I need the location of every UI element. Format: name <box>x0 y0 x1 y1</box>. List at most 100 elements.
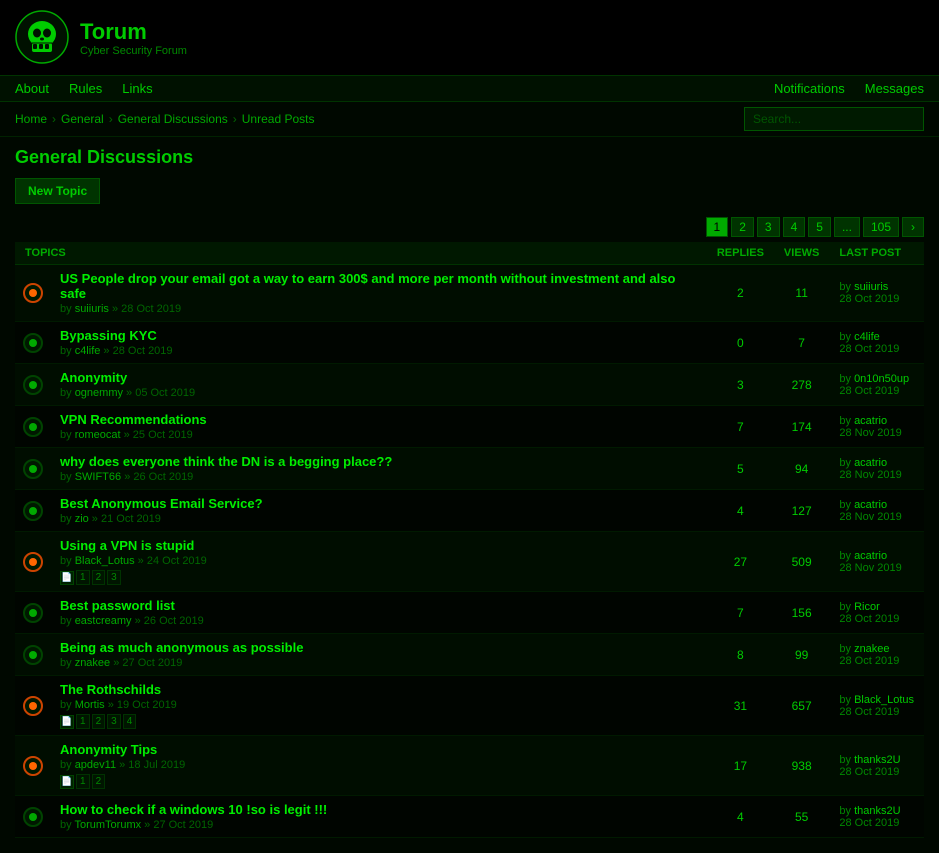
topic-last-post: by Ricor28 Oct 2019 <box>829 592 924 634</box>
topic-page-link[interactable]: 1 <box>76 714 90 729</box>
nav-rules[interactable]: Rules <box>69 81 102 96</box>
topic-page-link[interactable]: 3 <box>107 714 121 729</box>
breadcrumb-unread-posts[interactable]: Unread Posts <box>242 112 315 126</box>
topic-author-link[interactable]: SWIFT66 <box>75 471 121 483</box>
page-btn-1[interactable]: 1 <box>706 217 729 237</box>
topic-dot-icon <box>29 465 37 473</box>
topic-author-link[interactable]: apdev11 <box>75 759 116 771</box>
last-post-author[interactable]: thanks2U <box>854 754 900 766</box>
topic-page-link[interactable]: 3 <box>107 570 121 585</box>
topic-page-link[interactable]: 2 <box>92 570 106 585</box>
topic-replies: 0 <box>707 322 774 364</box>
page-title-bar: General Discussions <box>0 137 939 173</box>
last-post-author[interactable]: znakee <box>854 643 889 655</box>
topic-author-link[interactable]: zio <box>75 513 89 525</box>
last-post-author[interactable]: c4life <box>854 331 880 343</box>
topic-author-link[interactable]: Black_Lotus <box>75 555 135 567</box>
new-topic-button[interactable]: New Topic <box>15 178 100 204</box>
topic-author-link[interactable]: znakee <box>75 657 110 669</box>
table-row: The Rothschildsby Mortis » 19 Oct 2019📄1… <box>15 676 924 736</box>
topic-views: 509 <box>774 532 829 592</box>
last-post-author[interactable]: acatrio <box>854 499 887 511</box>
topics-table: TOPICS REPLIES VIEWS LAST POST US People… <box>15 242 924 838</box>
last-post-author[interactable]: Black_Lotus <box>854 694 914 706</box>
last-post-author[interactable]: Ricor <box>854 601 880 613</box>
topic-title-link[interactable]: Using a VPN is stupid <box>60 538 194 553</box>
topic-status-icon <box>23 375 43 395</box>
last-post-author[interactable]: suiiuris <box>854 281 888 293</box>
breadcrumb-general-discussions[interactable]: General Discussions <box>118 112 228 126</box>
topic-dot-icon <box>29 813 37 821</box>
topic-page-link[interactable]: 1 <box>76 774 90 789</box>
topic-main-cell: Bypassing KYCby c4life » 28 Oct 2019 <box>50 322 707 364</box>
last-post-author[interactable]: acatrio <box>854 415 887 427</box>
nav-about[interactable]: About <box>15 81 49 96</box>
topic-page-link[interactable]: 2 <box>92 714 106 729</box>
topic-dot-icon <box>29 762 37 770</box>
topic-replies: 2 <box>707 265 774 322</box>
last-post-author[interactable]: acatrio <box>854 550 887 562</box>
topic-author-link[interactable]: suiiuris <box>75 303 109 315</box>
topic-icon-cell <box>15 634 50 676</box>
topic-page-link[interactable]: 1 <box>76 570 90 585</box>
topic-icon-cell <box>15 364 50 406</box>
topic-title-link[interactable]: How to check if a windows 10 !so is legi… <box>60 802 327 817</box>
nav-links[interactable]: Links <box>122 81 152 96</box>
last-post-author[interactable]: thanks2U <box>854 805 900 817</box>
page-btn-3[interactable]: 3 <box>757 217 780 237</box>
search-input[interactable] <box>744 107 924 131</box>
topic-author-link[interactable]: ognemmy <box>75 387 123 399</box>
last-post-author[interactable]: 0n10n50up <box>854 373 909 385</box>
topic-title-link[interactable]: why does everyone think the DN is a begg… <box>60 454 392 469</box>
topic-status-icon <box>23 552 43 572</box>
page-icon: 📄 <box>60 775 74 789</box>
page-btn-5[interactable]: 5 <box>808 217 831 237</box>
topic-author-link[interactable]: eastcreamy <box>75 615 132 627</box>
topic-main-cell: Anonymityby ognemmy » 05 Oct 2019 <box>50 364 707 406</box>
topic-title-link[interactable]: Bypassing KYC <box>60 328 157 343</box>
page-btn-105[interactable]: 105 <box>863 217 899 237</box>
breadcrumb-general[interactable]: General <box>61 112 104 126</box>
topic-page-link[interactable]: 2 <box>92 774 106 789</box>
topic-meta: by TorumTorumx » 27 Oct 2019 <box>60 819 697 831</box>
topic-last-post: by acatrio28 Nov 2019 <box>829 532 924 592</box>
topic-title-link[interactable]: Anonymity <box>60 370 127 385</box>
topic-main-cell: Best password listby eastcreamy » 26 Oct… <box>50 592 707 634</box>
topic-icon-cell <box>15 532 50 592</box>
topic-page-links: 📄1234 <box>60 714 697 729</box>
topic-dot-icon <box>29 423 37 431</box>
topic-author-link[interactable]: Mortis <box>75 699 105 711</box>
topic-title-link[interactable]: Best Anonymous Email Service? <box>60 496 263 511</box>
site-branding: Torum Cyber Security Forum <box>80 19 187 57</box>
logo-container: Torum Cyber Security Forum <box>15 10 187 65</box>
topic-title-link[interactable]: VPN Recommendations <box>60 412 207 427</box>
topic-author-link[interactable]: TorumTorumx <box>74 819 141 831</box>
topic-meta: by Black_Lotus » 24 Oct 2019 <box>60 555 697 567</box>
topic-title-link[interactable]: Anonymity Tips <box>60 742 157 757</box>
topic-title-link[interactable]: US People drop your email got a way to e… <box>60 271 675 301</box>
site-header: Torum Cyber Security Forum <box>0 0 939 76</box>
nav-notifications[interactable]: Notifications <box>774 81 845 96</box>
topic-last-post: by suiiuris28 Oct 2019 <box>829 265 924 322</box>
page-btn-2[interactable]: 2 <box>731 217 754 237</box>
topic-last-post: by znakee28 Oct 2019 <box>829 634 924 676</box>
breadcrumb-home[interactable]: Home <box>15 112 47 126</box>
last-post-author[interactable]: acatrio <box>854 457 887 469</box>
topic-title-link[interactable]: The Rothschilds <box>60 682 161 697</box>
topic-title-link[interactable]: Best password list <box>60 598 175 613</box>
topic-status-icon <box>23 807 43 827</box>
page-btn-4[interactable]: 4 <box>783 217 806 237</box>
topic-replies: 31 <box>707 676 774 736</box>
topic-author-link[interactable]: c4life <box>75 345 101 357</box>
table-row: US People drop your email got a way to e… <box>15 265 924 322</box>
topic-status-icon <box>23 459 43 479</box>
topic-replies: 8 <box>707 634 774 676</box>
page-btn-next[interactable]: › <box>902 217 924 237</box>
table-row: Best Anonymous Email Service?by zio » 21… <box>15 490 924 532</box>
topics-table-container: TOPICS REPLIES VIEWS LAST POST US People… <box>0 242 939 853</box>
table-row: Anonymityby ognemmy » 05 Oct 20193278by … <box>15 364 924 406</box>
topic-author-link[interactable]: romeocat <box>75 429 121 441</box>
nav-messages[interactable]: Messages <box>865 81 924 96</box>
topic-title-link[interactable]: Being as much anonymous as possible <box>60 640 303 655</box>
topic-page-link[interactable]: 4 <box>123 714 137 729</box>
